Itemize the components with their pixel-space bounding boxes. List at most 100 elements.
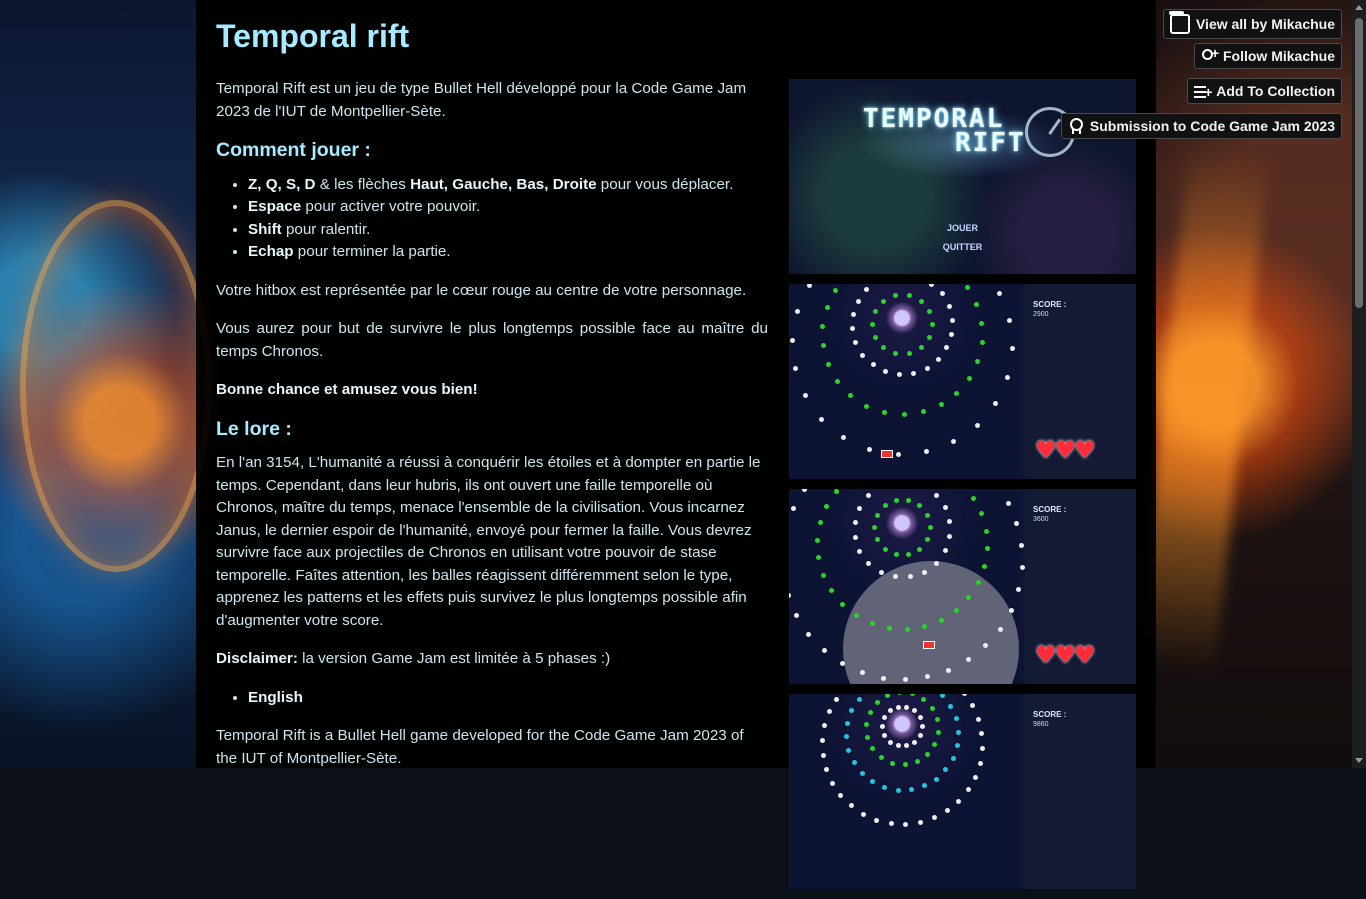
bullet-dot (870, 746, 875, 751)
bullet-dot (970, 703, 975, 708)
bullet-dot (962, 694, 967, 696)
bullet-dot (879, 755, 884, 760)
bullet-dot (910, 694, 915, 696)
bullet-dot (834, 489, 839, 494)
bullet-dot (881, 676, 886, 681)
lore-paragraph: En l'an 3154, L'humanité a réussi à conq… (216, 452, 768, 632)
bullet-dot (925, 513, 930, 518)
score-label: SCORE : (1033, 710, 1066, 719)
bullet-dot (872, 525, 877, 530)
scroll-down-icon[interactable] (1355, 758, 1363, 763)
bullet-dot (790, 338, 795, 343)
bullet-dot (934, 777, 939, 782)
bullet-dot (894, 498, 899, 503)
bullet-dot (905, 627, 910, 632)
bullet-dot (906, 498, 911, 503)
bullet-dot (845, 721, 850, 726)
bullet-dot (825, 305, 830, 310)
list-item: Z, Q, S, D & les flèches Haut, Gauche, B… (248, 174, 768, 197)
scroll-thumb[interactable] (1355, 18, 1363, 308)
bullet-dot (821, 343, 826, 348)
bullet-dot (815, 538, 820, 543)
bullet-dot (893, 293, 898, 298)
bullet-dot (853, 340, 858, 345)
screenshot-gameplay-2[interactable]: SCORE : 3600 ♥♥♥ (789, 489, 1136, 684)
screenshot-gameplay-1[interactable]: SCORE : 2900 ♥♥♥ (789, 284, 1136, 479)
bullet-dot (848, 393, 853, 398)
hud-panel: SCORE : 2900 ♥♥♥ (1025, 284, 1136, 479)
bullet-dot (909, 787, 914, 792)
bullet-dot (939, 618, 944, 623)
game-logo: TEMPORAL RIFT (863, 107, 1026, 155)
bullet-dot (844, 734, 849, 739)
bullet-dot (1009, 608, 1014, 613)
player-sprite (923, 641, 935, 649)
screenshot-gameplay-3[interactable]: SCORE : 9860 (789, 694, 1136, 889)
game-description: Temporal Rift est un jeu de type Bullet … (216, 78, 768, 786)
bullet-dot (918, 715, 923, 720)
hitbox-paragraph: Votre hitbox est représentée par le cœur… (216, 280, 768, 303)
bullet-dot (820, 738, 825, 743)
bullet-dot (930, 706, 935, 711)
add-to-collection-button[interactable]: Add To Collection (1187, 78, 1342, 104)
bullet-dot (935, 717, 940, 722)
bullet-dot (956, 799, 961, 804)
bullet-dot (867, 447, 872, 452)
follow-label: Follow Mikachue (1223, 48, 1335, 64)
bullet-dot (893, 351, 898, 356)
bullet-dot (974, 302, 979, 307)
control-keys: Espace (248, 198, 301, 215)
bullet-dot (846, 748, 851, 753)
score-value: 9860 (1033, 721, 1049, 728)
bullet-dot (795, 309, 800, 314)
bullet-dot (881, 299, 886, 304)
menu-play: JOUER (789, 223, 1136, 233)
bullet-dot (947, 304, 952, 309)
disclaimer-text: la version Game Jam est limitée à 5 phas… (298, 650, 610, 667)
bullet-dot (947, 519, 952, 524)
bullet-dot (902, 412, 907, 417)
add-to-list-icon (1194, 83, 1210, 99)
itchio-store-icon (1170, 14, 1190, 34)
bullet-dot (927, 309, 932, 314)
goal-paragraph: Vous aurez pour but de survivre le plus … (216, 318, 768, 363)
page-scrollbar[interactable] (1352, 0, 1366, 768)
bullet-dot (906, 552, 911, 557)
bullet-dot (870, 779, 875, 784)
bullet-dot (793, 366, 798, 371)
screenshot-title-screen[interactable]: TEMPORAL RIFT JOUER QUITTER (789, 79, 1136, 274)
bullet-dot (921, 697, 926, 702)
list-item: Shift pour ralentir. (248, 219, 768, 242)
screenshot-gallery: TEMPORAL RIFT JOUER QUITTER SCORE : 2900… (789, 79, 1136, 899)
bullet-dot (880, 724, 885, 729)
bullet-dot (967, 376, 972, 381)
disclaimer-label: Disclaimer: (216, 650, 298, 667)
bullet-dot (821, 753, 826, 758)
bullet-dot (949, 332, 954, 337)
view-all-button[interactable]: View all by Mikachue (1163, 9, 1342, 39)
bullet-dot (840, 661, 845, 666)
bullet-dot (918, 733, 923, 738)
add-collection-label: Add To Collection (1216, 83, 1335, 99)
bullet-dot (857, 697, 862, 702)
playfield (789, 284, 1018, 479)
bullet-dot (881, 345, 886, 350)
control-keys: Shift (248, 221, 282, 238)
bullet-dot (883, 547, 888, 552)
bullet-dot (903, 762, 908, 767)
bullet-dot (980, 746, 985, 751)
bullet-dot (925, 366, 930, 371)
bullet-dot (849, 803, 854, 808)
bullet-dot (956, 730, 961, 735)
scroll-up-icon[interactable] (1355, 5, 1363, 10)
intro-paragraph: Temporal Rift est un jeu de type Bullet … (216, 78, 768, 123)
bullet-dot (897, 372, 902, 377)
bullet-dot (975, 359, 980, 364)
bullet-dot (997, 291, 1002, 296)
bullet-dot (882, 733, 887, 738)
bullet-dot (921, 409, 926, 414)
submission-button[interactable]: Submission to Code Game Jam 2023 (1061, 113, 1342, 139)
bullet-dot (824, 504, 829, 509)
boss-sprite (885, 507, 919, 539)
follow-button[interactable]: Follow Mikachue (1194, 43, 1342, 69)
